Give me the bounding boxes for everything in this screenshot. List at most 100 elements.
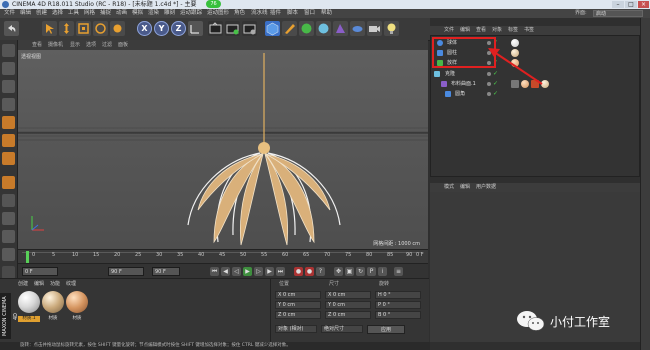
planar-workplane-icon[interactable] xyxy=(2,248,15,261)
keyframe-selection-icon[interactable]: ? xyxy=(316,267,325,276)
visibility-dot[interactable] xyxy=(487,92,491,96)
record-keys-icon[interactable]: ● xyxy=(294,267,303,276)
rotation-b-field[interactable]: B 0 ° xyxy=(375,311,421,319)
menu-simulate[interactable]: 模拟 xyxy=(132,9,143,18)
viewport-menu-view[interactable]: 查看 xyxy=(32,40,42,50)
viewport-menu-display[interactable]: 显示 xyxy=(70,40,80,50)
position-x-field[interactable]: X 0 cm xyxy=(275,291,321,299)
select-cursor-icon[interactable] xyxy=(42,21,57,36)
menu-create[interactable]: 创建 xyxy=(36,9,47,18)
menu-sculpt[interactable]: 雕刻 xyxy=(164,9,175,18)
previous-frame-icon[interactable]: ◁ xyxy=(232,267,241,276)
material-swatch[interactable] xyxy=(18,291,40,313)
rotation-key-icon[interactable]: ↻ xyxy=(356,267,365,276)
nurbs-icon[interactable] xyxy=(299,21,314,36)
menu-pipeline[interactable]: 流水线 xyxy=(251,9,268,18)
rotate-icon[interactable] xyxy=(93,21,108,36)
polygons-mode-icon[interactable] xyxy=(2,152,15,165)
close-button[interactable]: × xyxy=(638,1,649,8)
material-menu-texture[interactable]: 纹理 xyxy=(66,280,76,288)
axis-mode-icon[interactable] xyxy=(2,176,15,189)
object-row-fillet[interactable]: 圆角 ✓ xyxy=(431,89,639,99)
size-z-field[interactable]: Z 0 cm xyxy=(325,311,371,319)
array-icon[interactable] xyxy=(316,21,331,36)
viewport-menu-options[interactable]: 选项 xyxy=(86,40,96,50)
tweak-mode-icon[interactable] xyxy=(2,194,15,207)
start-frame-field[interactable]: 0 F xyxy=(22,267,58,276)
menu-tools[interactable]: 工具 xyxy=(68,9,79,18)
timeline-ruler[interactable]: 0 5 10 15 20 25 30 35 40 45 50 55 60 65 … xyxy=(18,249,428,264)
viewport-menu-filter[interactable]: 过滤 xyxy=(102,40,112,50)
menu-mograph[interactable]: 运动图形 xyxy=(207,9,229,18)
menu-mesh[interactable]: 网格 xyxy=(84,9,95,18)
om-menu-file[interactable]: 文件 xyxy=(444,26,454,35)
recent-tools-icon[interactable] xyxy=(110,21,125,36)
rotation-h-field[interactable]: H 0 ° xyxy=(375,291,421,299)
size-mode-select[interactable]: 绝对尺寸 xyxy=(321,325,363,333)
attr-menu-mode[interactable]: 模式 xyxy=(444,183,454,192)
previous-key-icon[interactable]: ◀ xyxy=(221,267,230,276)
menu-plugins[interactable]: 插件 xyxy=(270,9,281,18)
move-icon[interactable] xyxy=(59,21,74,36)
perspective-viewport[interactable]: 透视视图 网格间距: 1000 cm xyxy=(18,50,428,249)
next-frame-icon[interactable]: ▷ xyxy=(254,267,263,276)
x-axis-lock-button[interactable]: X xyxy=(137,21,152,36)
next-key-icon[interactable]: ▶ xyxy=(265,267,274,276)
material-menu-edit[interactable]: 编辑 xyxy=(34,280,44,288)
menu-render[interactable]: 渲染 xyxy=(148,9,159,18)
render-view-icon[interactable] xyxy=(208,21,223,36)
menu-script[interactable]: 脚本 xyxy=(287,9,298,18)
max-frame-field[interactable]: 90 F xyxy=(152,267,180,276)
position-y-field[interactable]: Y 0 cm xyxy=(275,301,321,309)
workplane-mode-icon[interactable] xyxy=(2,98,15,111)
spline-pen-icon[interactable] xyxy=(282,21,297,36)
go-to-start-icon[interactable]: ⏮ xyxy=(210,267,219,276)
model-mode-icon[interactable] xyxy=(2,62,15,75)
position-z-field[interactable]: Z 0 cm xyxy=(275,311,321,319)
size-x-field[interactable]: X 0 cm xyxy=(325,291,371,299)
menu-animate[interactable]: 动画 xyxy=(116,9,127,18)
om-menu-edit[interactable]: 编辑 xyxy=(460,26,470,35)
go-to-end-icon[interactable]: ⏭ xyxy=(276,267,285,276)
end-frame-field[interactable]: 90 F xyxy=(108,267,144,276)
minimize-button[interactable]: – xyxy=(612,1,624,8)
om-menu-view[interactable]: 查看 xyxy=(476,26,486,35)
material-menu-create[interactable]: 创建 xyxy=(18,280,28,288)
coordinate-mode-select[interactable]: 对象 (相对) xyxy=(275,325,317,333)
apply-button[interactable]: 应用 xyxy=(367,325,405,334)
edges-mode-icon[interactable] xyxy=(2,134,15,147)
menu-edit[interactable]: 编辑 xyxy=(20,9,31,18)
om-menu-object[interactable]: 对象 xyxy=(492,26,502,35)
material-menu-function[interactable]: 功能 xyxy=(50,280,60,288)
menu-help[interactable]: 帮助 xyxy=(321,9,332,18)
scale-key-icon[interactable]: ▣ xyxy=(345,267,354,276)
menu-window[interactable]: 窗口 xyxy=(304,9,315,18)
material-swatch[interactable] xyxy=(42,291,64,313)
play-icon[interactable]: ▶ xyxy=(243,267,252,276)
make-editable-icon[interactable] xyxy=(2,44,15,57)
maximize-button[interactable]: □ xyxy=(625,1,637,8)
coordinate-system-icon[interactable] xyxy=(188,21,203,36)
attr-menu-edit[interactable]: 编辑 xyxy=(460,183,470,192)
parameter-key-icon[interactable]: P xyxy=(367,267,376,276)
snap-icon[interactable] xyxy=(2,212,15,225)
y-axis-lock-button[interactable]: Y xyxy=(154,21,169,36)
deformer-icon[interactable] xyxy=(333,21,348,36)
menu-snap[interactable]: 捕捉 xyxy=(100,9,111,18)
menu-select[interactable]: 选择 xyxy=(52,9,63,18)
menu-file[interactable]: 文件 xyxy=(4,9,15,18)
cube-primitive-icon[interactable] xyxy=(265,21,280,36)
viewport-menu-panel[interactable]: 面板 xyxy=(118,40,128,50)
playhead-marker[interactable] xyxy=(26,251,29,263)
render-settings-icon[interactable] xyxy=(242,21,257,36)
menu-motion-tracking[interactable]: 运动跟踪 xyxy=(180,9,202,18)
auto-keying-icon[interactable]: ● xyxy=(305,267,314,276)
om-menu-bookmarks[interactable]: 书签 xyxy=(524,26,534,35)
position-key-icon[interactable]: ✥ xyxy=(334,267,343,276)
texture-mode-icon[interactable] xyxy=(2,80,15,93)
timeline-icon[interactable]: ≡ xyxy=(394,267,403,276)
scale-icon[interactable] xyxy=(76,21,91,36)
points-mode-icon[interactable] xyxy=(2,116,15,129)
point-level-key-icon[interactable]: ⁞ xyxy=(378,267,387,276)
om-menu-tags[interactable]: 标签 xyxy=(508,26,518,35)
